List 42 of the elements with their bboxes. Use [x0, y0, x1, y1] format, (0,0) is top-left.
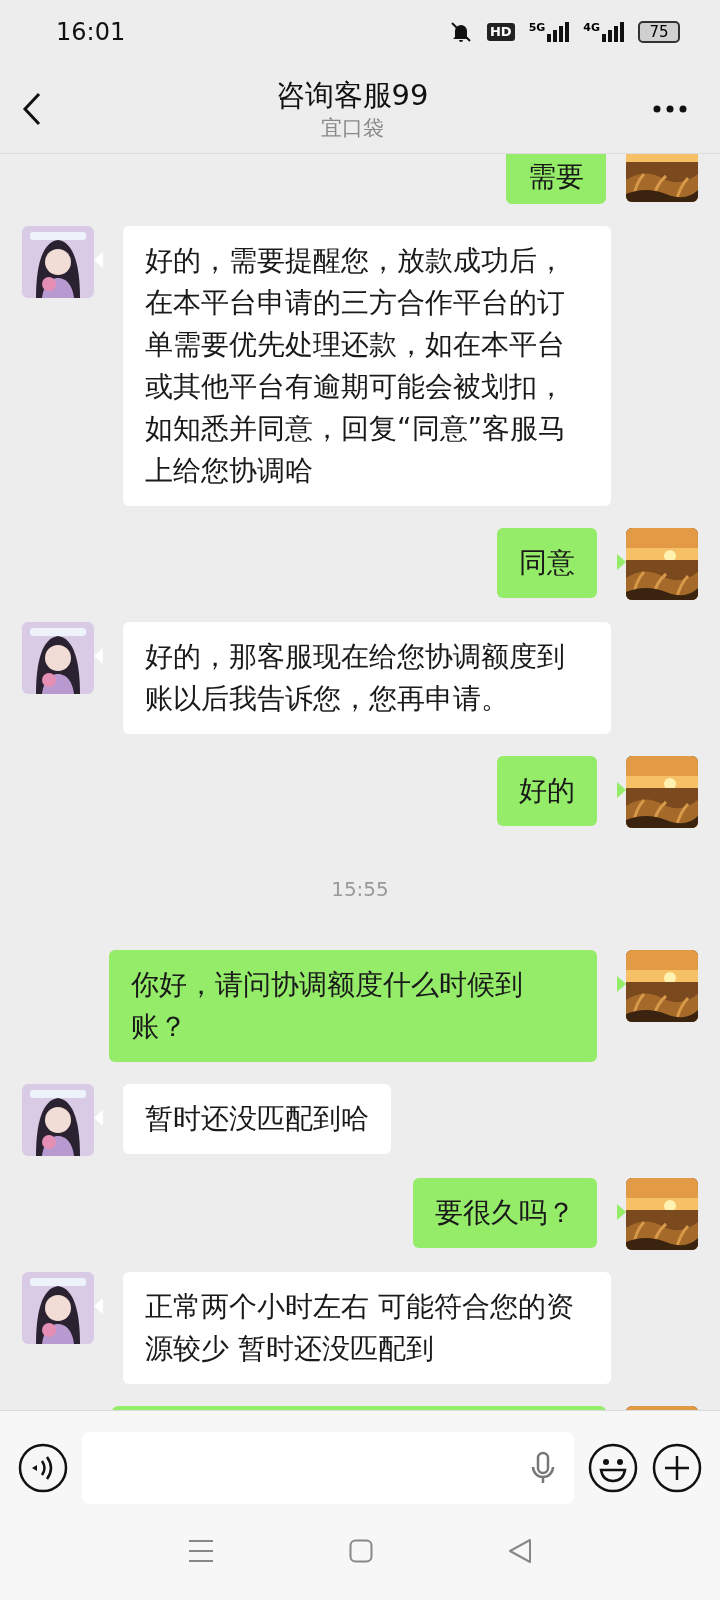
avatar[interactable]: [22, 1272, 94, 1344]
message-bubble[interactable]: 好的，需要提醒您，放款成功后，在本平台申请的三方合作平台的订单需要优先处理还款，如在本平台或其他平台有逾期可能会被划扣，如知悉并同意，回复“同意”客服马上给您协调哈: [123, 226, 611, 506]
battery-level: 75: [638, 21, 680, 43]
message-input-field[interactable]: [82, 1432, 574, 1504]
emoji-icon[interactable]: [588, 1443, 638, 1493]
bubble-tail: [617, 1204, 626, 1220]
signal-icon: [602, 22, 624, 42]
message-bubble[interactable]: 好的: [497, 756, 597, 826]
bubble-tail: [94, 648, 103, 664]
bubble-tail: [94, 1298, 103, 1314]
microphone-icon[interactable]: [530, 1451, 556, 1485]
network-label: 5G: [528, 22, 546, 33]
avatar[interactable]: [22, 1084, 94, 1156]
menu-icon[interactable]: [187, 1538, 214, 1563]
hd-badge: HD: [486, 23, 515, 41]
more-icon: [653, 104, 687, 113]
message-bubble[interactable]: 正常两个小时左右 可能符合您的资源较少 暂时还没匹配到: [123, 1272, 611, 1384]
network-label: 4G: [583, 22, 600, 33]
back-icon: [22, 91, 42, 126]
avatar[interactable]: [22, 226, 94, 298]
message-bubble[interactable]: 需要: [506, 154, 606, 204]
avatar[interactable]: [22, 622, 94, 694]
add-icon[interactable]: [652, 1443, 702, 1493]
bubble-tail: [94, 252, 103, 268]
message-bubble[interactable]: 同意: [497, 528, 597, 598]
signal-icon: [547, 22, 570, 42]
home-icon[interactable]: [349, 1538, 373, 1563]
status-time: 16:01: [56, 17, 126, 48]
mute-bell-icon: [448, 20, 473, 44]
message-bubble[interactable]: 你好，请问协调额度什么时候到账？: [109, 950, 597, 1062]
voice-icon[interactable]: [18, 1443, 68, 1493]
bubble-tail: [94, 1110, 103, 1126]
bubble-tail: [617, 782, 626, 798]
message-bubble[interactable]: 要很久吗？: [413, 1178, 597, 1248]
bubble-tail: [617, 554, 626, 570]
message-bubble[interactable]: 好的，那客服现在给您协调额度到账以后我告诉您，您再申请。: [123, 622, 611, 734]
back-nav-icon[interactable]: [508, 1537, 533, 1564]
chat-subtitle: 宜口袋: [320, 114, 384, 142]
message-bubble[interactable]: 暂时还没匹配到哈: [123, 1084, 391, 1154]
bubble-tail: [617, 976, 626, 992]
timestamp: 15:55: [331, 876, 389, 903]
chat-title: 咨询客服99: [275, 76, 429, 114]
